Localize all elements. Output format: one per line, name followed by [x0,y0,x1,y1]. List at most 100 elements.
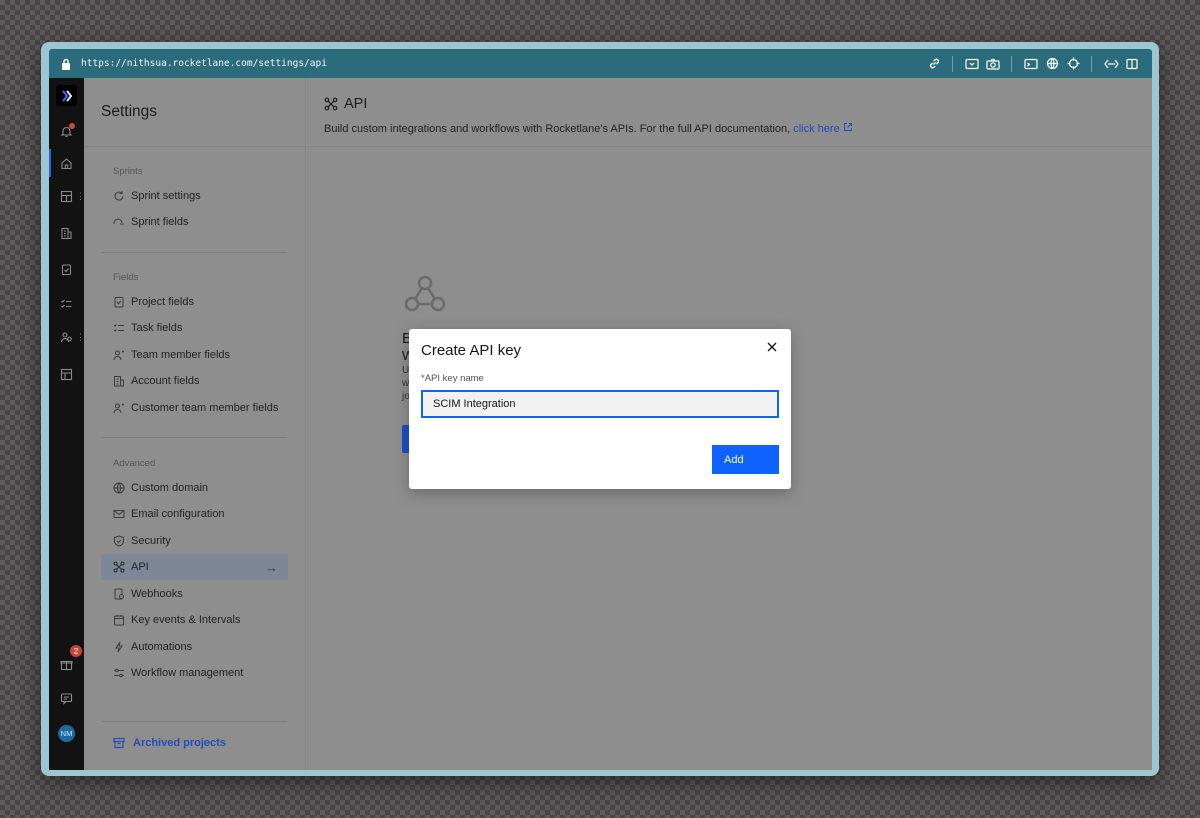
icon-rail: ⋮ ⋮ 2 NM [49,78,85,770]
sidebar-item-label: Automations [131,641,193,653]
external-link-icon [843,123,852,131]
create-api-key-dialog: Create API key *API key name Add [409,329,791,489]
sidebar-item-sprint-fields[interactable]: Sprint fields [101,209,288,235]
sidebar-item-label: Project fields [131,296,194,308]
sidebar-item-label: Key events & Intervals [131,614,241,626]
sidebar-item-webhooks[interactable]: Webhooks [101,581,288,607]
page-title: API [324,96,367,112]
team-member-icon [113,349,125,361]
people-icon[interactable] [58,329,74,345]
dialog-title: Create API key [421,342,522,359]
header-divider [84,146,305,147]
sprint-fields-icon [113,216,125,228]
sidebar-item-label: Webhooks [131,588,183,600]
sidebar-item-email-configuration[interactable]: Email configuration [101,501,288,527]
sidebar-item-custom-domain[interactable]: Custom domain [101,475,288,501]
url-text[interactable]: https://nithsua.rocketlane.com/settings/… [81,58,327,69]
browser-toolbar [923,54,1142,74]
group-title-advanced: Advanced [113,458,156,469]
group-divider [101,721,287,722]
terminal-icon[interactable] [1021,54,1041,74]
sidebar-item-automations[interactable]: Automations [101,634,288,660]
arrow-right-icon: → [265,559,278,575]
templates-icon[interactable] [58,366,74,382]
rocketlane-logo[interactable] [56,85,77,106]
sidebar-item-customer-team-member-fields[interactable]: Customer team member fields [101,395,288,421]
api-icon [113,561,125,573]
api-docs-link-text: click here [793,123,840,135]
building-icon[interactable] [58,225,74,241]
globe-icon[interactable] [1042,54,1062,74]
sidebar-item-label: Email configuration [131,508,225,520]
group-title-sprints: Sprints [113,166,143,177]
sidebar-item-key-events[interactable]: Key events & Intervals [101,607,288,633]
sidebar-item-security[interactable]: Security [101,528,288,554]
sidebar-item-project-fields[interactable]: Project fields [101,289,288,315]
sidebar-item-label: Sprint fields [131,216,189,228]
gift-icon[interactable] [58,656,74,672]
gift-badge: 2 [70,645,82,657]
screenshot-area-icon[interactable] [962,54,982,74]
sidebar-item-team-member-fields[interactable]: Team member fields [101,342,288,368]
archived-projects-link[interactable]: Archived projects [113,737,226,749]
crosshair-icon[interactable] [1063,54,1083,74]
more-options-icon[interactable]: ⋮ [76,191,85,201]
fields-group: Fields [101,272,287,286]
sprints-group: Sprints [101,166,287,180]
sliders-icon [113,667,125,679]
sidebar-item-label: Task fields [131,322,183,334]
add-button[interactable]: Add [712,445,779,474]
avatar[interactable]: NM [58,725,75,742]
home-icon[interactable] [49,149,74,177]
camera-icon[interactable] [983,54,1003,74]
notification-dot [69,123,75,129]
sidebar-item-task-fields[interactable]: Task fields [101,315,288,341]
sidebar-item-sprint-settings[interactable]: Sprint settings [101,183,288,209]
close-icon[interactable] [765,340,779,354]
expand-icon[interactable] [1101,54,1121,74]
sidebar-item-label: Customer team member fields [131,402,279,414]
advanced-group: Advanced [101,458,287,472]
settings-sidebar: Settings Sprints Sprint settings Sprint … [84,78,306,770]
api-key-name-label: *API key name [421,373,484,384]
sidebar-item-label: Team member fields [131,349,231,361]
api-key-name-input[interactable] [421,390,779,418]
sidebar-item-workflow-management[interactable]: Workflow management [101,660,288,686]
sidebar-item-label: Security [131,535,171,547]
dashboard-icon[interactable] [58,188,74,204]
page-title-text: API [344,96,368,112]
task-list-icon[interactable] [58,296,74,312]
clipboard-check-icon[interactable] [58,261,74,277]
building-icon [113,375,125,387]
split-view-icon[interactable] [1122,54,1142,74]
sidebar-item-label: Account fields [131,375,200,387]
lock-icon [59,57,73,71]
group-divider [101,437,287,438]
chat-icon[interactable] [58,690,74,706]
archive-icon [113,737,125,749]
sidebar-item-label: Sprint settings [131,190,201,202]
task-list-icon [113,322,125,334]
sidebar-item-label: Workflow management [131,667,244,679]
sidebar-item-label: API [131,561,149,573]
more-options-icon[interactable]: ⋮ [76,332,85,342]
sidebar-item-label: Custom domain [131,482,209,494]
page-description: Build custom integrations and workflows … [324,122,853,135]
toolbar-divider [1011,55,1012,72]
toolbar-divider [1091,55,1092,72]
customer-member-icon [113,402,125,414]
archived-projects-label: Archived projects [133,737,226,749]
clipboard-icon [113,296,125,308]
header-divider [306,146,1152,147]
sidebar-item-account-fields[interactable]: Account fields [101,368,288,394]
sidebar-item-api[interactable]: API → [101,554,288,580]
api-docs-link[interactable]: click here [793,123,853,135]
toolbar-divider [952,55,953,72]
address-bar: https://nithsua.rocketlane.com/settings/… [49,49,1152,78]
lightning-icon [113,641,125,653]
link-icon[interactable] [924,54,944,74]
webhook-icon [404,275,446,312]
calendar-icon [113,614,125,626]
shield-icon [113,535,125,547]
globe-icon [113,482,125,494]
